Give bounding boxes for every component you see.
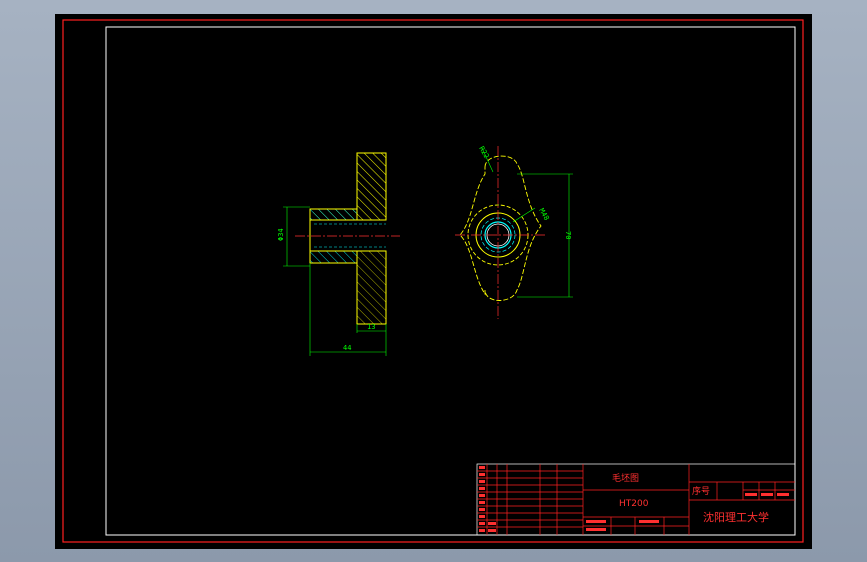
flange-upper-fill [356, 152, 387, 221]
school-name: 沈阳理工大学 [703, 510, 769, 524]
serial-label: 序号 [692, 485, 710, 497]
hub-lower-wall [309, 250, 358, 264]
drawing-sheet[interactable]: Φ34 13 44 R22 M48 70 毛坯图 HT200 序号 沈阳理工大学 [55, 14, 812, 549]
drawing-name: 毛坯图 [612, 472, 639, 484]
dim-width-label: 70 [564, 231, 572, 239]
thread-label: M48 [537, 207, 550, 222]
radius-label: R22 [477, 145, 490, 160]
dim-flange-label: 13 [367, 323, 375, 331]
wing-outline [459, 155, 542, 301]
hub-upper-wall [309, 208, 358, 221]
front-view: R22 M48 70 [455, 145, 573, 319]
section-view: Φ34 13 44 [277, 152, 400, 356]
drawing-canvas: Φ34 13 44 R22 M48 70 毛坯图 HT200 序号 沈阳理工大学 [62, 19, 804, 543]
drawing-frame [105, 26, 796, 536]
dim-length-label: 44 [343, 344, 351, 352]
flange-lower-fill [356, 250, 387, 325]
cad-viewport[interactable]: Φ34 13 44 R22 M48 70 毛坯图 HT200 序号 沈阳理工大学 [0, 0, 867, 562]
material-label: HT200 [619, 499, 649, 509]
thread-leader [512, 207, 536, 223]
dim-bore-label: Φ34 [277, 228, 285, 241]
